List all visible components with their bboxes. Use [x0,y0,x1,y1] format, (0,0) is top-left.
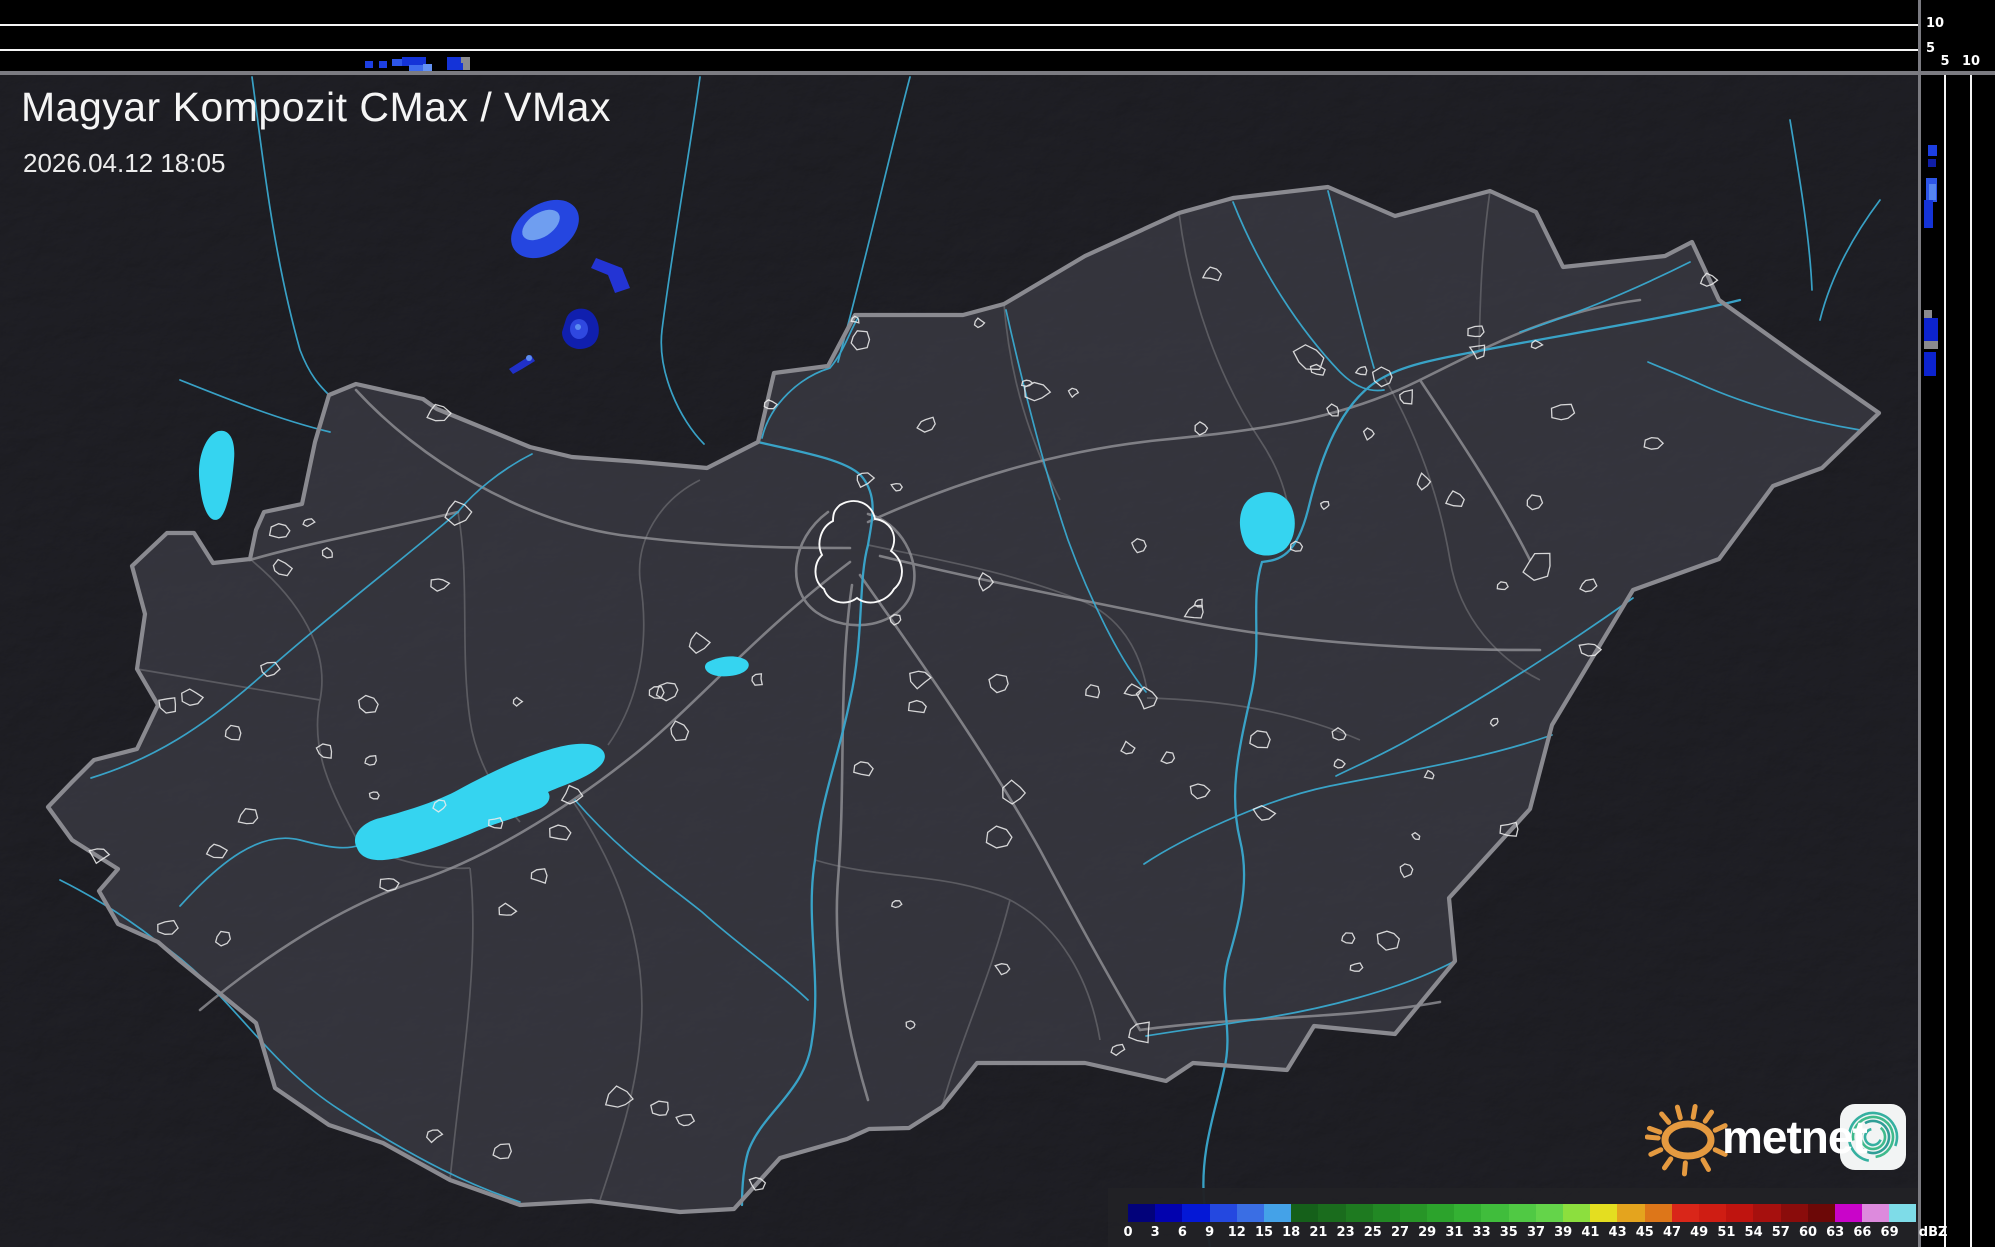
colorbar-swatch [1427,1204,1455,1222]
colorbar-tick: 29 [1418,1225,1437,1240]
colorbar-swatches [1128,1204,1917,1222]
colorbar-swatch [1182,1204,1210,1222]
axis-corner: 10 5 5 10 [1921,0,1995,71]
echo-cell [1924,352,1936,376]
colorbar-swatch [1698,1204,1727,1222]
colorbar-swatch [1671,1204,1699,1222]
colorbar-swatch [1590,1204,1618,1222]
colorbar-swatch [1399,1204,1428,1222]
radar-echo [526,355,532,361]
colorbar-tick: 49 [1690,1225,1709,1240]
colorbar-tick: 66 [1853,1225,1872,1240]
axis-label: 5 [1926,41,1936,56]
timestamp: 2026.04.12 18:05 [23,148,226,178]
echo-cell [392,59,402,66]
metnet-logo-text: metnet [1722,1111,1868,1163]
echo-cell [1929,184,1936,200]
colorbar-tick: 63 [1826,1225,1845,1240]
colorbar-swatch [1617,1204,1645,1222]
altitude-gridline [0,24,1918,26]
colorbar-tick: 47 [1662,1225,1682,1240]
right-altitude-strip [1921,75,1995,1247]
colorbar-tick: 12 [1227,1225,1246,1240]
echo-cell [1924,310,1932,318]
altitude-gridline [1944,75,1946,1247]
radar-map [0,75,1918,1247]
colorbar-swatch [1209,1204,1237,1222]
colorbar-swatch [1563,1204,1591,1222]
top-altitude-strip [0,0,1918,71]
echo-cell [365,61,373,68]
colorbar-tick: 37 [1526,1225,1546,1240]
colorbar-tick: 43 [1608,1225,1627,1240]
colorbar-tick: 51 [1717,1225,1736,1240]
colorbar-swatch [1318,1204,1346,1222]
echo-cell [1928,145,1937,156]
metnet-sun-icon [1644,1104,1728,1177]
colorbar-swatch [1345,1204,1373,1222]
hungary-map-svg [0,75,1918,1247]
metnet-logo: metnet [1644,1093,1915,1178]
colorbar-swatch [1236,1204,1264,1222]
map-right-frame-line [1918,0,1921,1247]
lake [1239,492,1295,556]
colorbar-swatch [1481,1204,1509,1222]
colorbar-tick: 33 [1472,1225,1491,1240]
colorbar-swatch [1753,1204,1781,1222]
colorbar-swatch [1508,1204,1536,1222]
dbz-colorbar: 0 3 6 9 12 15 18 21 23 25 27 29 31 33 35 37 39 41 43 45 47 49… [1108,1188,1947,1247]
echo-cell [1928,159,1936,167]
echo-cell [1924,341,1938,349]
colorbar-tick: 18 [1282,1225,1301,1240]
colorbar-swatch [1155,1204,1183,1222]
colorbar-swatch [1291,1204,1319,1222]
echo-cell [379,61,387,68]
colorbar-tick: 57 [1771,1225,1790,1240]
colorbar-swatch [1128,1204,1156,1222]
colorbar-tick: 41 [1581,1225,1600,1240]
colorbar-swatch [1263,1204,1292,1222]
colorbar-swatch [1726,1204,1754,1222]
colorbar-swatch [1780,1204,1808,1222]
echo-cell [463,63,470,70]
axis-label: 10 [1961,54,1981,69]
colorbar-tick: 45 [1635,1225,1654,1240]
colorbar-tick: 23 [1336,1225,1355,1240]
altitude-gridline [0,49,1918,51]
colorbar-tick: 9 [1205,1225,1215,1240]
colorbar-tick: 6 [1177,1225,1187,1240]
colorbar-swatch [1372,1204,1400,1222]
colorbar-tick: 69 [1880,1225,1899,1240]
colorbar-swatch [1862,1204,1890,1222]
colorbar-swatch [1889,1204,1917,1222]
map-top-frame-line [0,71,1995,75]
colorbar-tick: 3 [1150,1225,1160,1240]
colorbar-swatch [1644,1204,1672,1222]
colorbar-tick: 31 [1445,1225,1464,1240]
colorbar-tick: 27 [1390,1225,1410,1240]
colorbar-swatch [1807,1204,1835,1222]
page-title: Magyar Kompozit CMax / VMax [21,84,611,130]
axis-label: 10 [1926,16,1945,31]
colorbar-tick: 15 [1254,1225,1274,1240]
colorbar-tick: 21 [1309,1225,1328,1240]
colorbar-tick: 54 [1744,1225,1763,1240]
colorbar-tick: 35 [1499,1225,1518,1240]
colorbar-swatch [1454,1204,1482,1222]
colorbar-unit: dBZ [1918,1225,1948,1240]
colorbar-tick: 25 [1363,1225,1382,1240]
echo-cell [1924,200,1933,228]
altitude-gridline [1970,75,1972,1247]
radar-echo [575,324,581,330]
colorbar-swatch [1535,1204,1563,1222]
colorbar-tick: 60 [1798,1225,1818,1240]
colorbar-swatch [1834,1204,1863,1222]
colorbar-tick: 0 [1123,1225,1133,1240]
colorbar-tick: 39 [1554,1225,1573,1240]
echo-cell [1924,318,1938,341]
echo-cell [423,64,432,71]
axis-label: 5 [1940,54,1950,69]
